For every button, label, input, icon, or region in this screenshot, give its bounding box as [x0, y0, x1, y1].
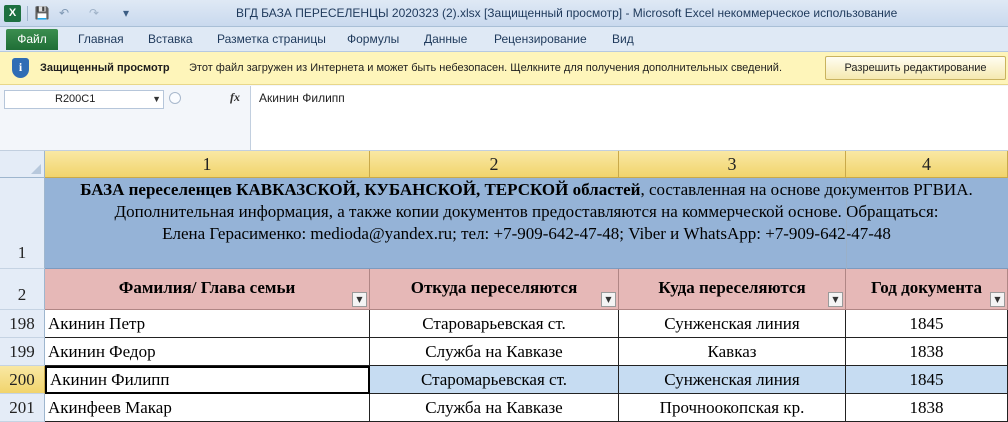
table-cell[interactable]: Сунженская линия [619, 310, 846, 338]
tab-data[interactable]: Данные [424, 32, 467, 46]
header-cell-to[interactable]: Куда переселяются ▼ [619, 269, 846, 310]
row-header-201[interactable]: 201 [0, 394, 45, 422]
formula-bar-resize-handle[interactable] [169, 92, 181, 104]
customize-qat-icon[interactable]: ▾ [118, 5, 134, 21]
sheet-title-cell[interactable]: БАЗА переселенцев КАВКАЗСКОЙ, КУБАНСКОЙ,… [45, 178, 1008, 269]
window-title: ВГД БАЗА ПЕРЕСЕЛЕНЦЫ 2020323 (2).xlsx [З… [236, 6, 898, 20]
title-bar: X 💾 ↶ ↷ ▾ ВГД БАЗА ПЕРЕСЕЛЕНЦЫ 2020323 (… [0, 0, 1008, 27]
name-box[interactable]: R200C1 ▼ [4, 90, 164, 109]
excel-app-icon[interactable]: X [4, 5, 21, 22]
tab-file[interactable]: Файл [6, 29, 58, 50]
row-header-199[interactable]: 199 [0, 338, 45, 366]
selected-cell[interactable]: 1845 [846, 366, 1008, 394]
table-cell[interactable]: Служба на Кавказе [370, 394, 619, 422]
header-cell-year[interactable]: Год документа ▼ [846, 269, 1008, 310]
tab-view[interactable]: Вид [612, 32, 634, 46]
title-rest: , составленная на основе документов РГВИ… [640, 180, 973, 199]
column-header-3[interactable]: 3 [619, 151, 846, 178]
filter-dropdown-icon[interactable]: ▼ [601, 292, 616, 307]
table-cell[interactable]: Служба на Кавказе [370, 338, 619, 366]
undo-icon[interactable]: ↶ [56, 5, 72, 21]
row-header-198[interactable]: 198 [0, 310, 45, 338]
header-label: Куда переселяются [658, 278, 806, 297]
title-contact-line: Елена Герасименко: medioda@yandex.ru; те… [162, 224, 891, 243]
save-icon[interactable]: 💾 [34, 5, 50, 21]
enable-editing-button[interactable]: Разрешить редактирование [825, 56, 1006, 80]
insert-function-icon[interactable]: fx [230, 90, 240, 105]
tab-page-layout[interactable]: Разметка страницы [217, 32, 326, 46]
title-info-line: Дополнительная информация, а также копии… [114, 202, 939, 221]
qat-separator [27, 6, 28, 21]
row-header-1[interactable]: 1 [0, 178, 45, 269]
table-cell[interactable]: Прочноокопская кр. [619, 394, 846, 422]
title-bold-part: БАЗА переселенцев КАВКАЗСКОЙ, КУБАНСКОЙ,… [80, 180, 641, 199]
protected-view-title: Защищенный просмотр [40, 62, 170, 74]
protected-view-bar: i Защищенный просмотр Этот файл загружен… [0, 52, 1008, 85]
column-header-2[interactable]: 2 [370, 151, 619, 178]
ribbon-tabs: Файл Главная Вставка Разметка страницы Ф… [0, 27, 1008, 52]
sort-filter-icon[interactable]: ▼ [352, 292, 367, 307]
chevron-down-icon[interactable]: ▼ [152, 91, 161, 108]
column-header-1[interactable]: 1 [45, 151, 370, 178]
row-header-200[interactable]: 200 [0, 366, 45, 394]
tab-home[interactable]: Главная [78, 32, 124, 46]
header-cell-from[interactable]: Откуда переселяются ▼ [370, 269, 619, 310]
column-divider [846, 178, 847, 269]
shield-info-icon: i [12, 58, 29, 78]
table-cell[interactable]: Акинфеев Макар [45, 394, 370, 422]
filter-dropdown-icon[interactable]: ▼ [990, 292, 1005, 307]
formula-bar: R200C1 ▼ fx Акинин Филипп [0, 85, 1008, 151]
table-cell[interactable]: 1845 [846, 310, 1008, 338]
header-label: Год документа [870, 278, 983, 297]
table-cell[interactable]: Староварьевская ст. [370, 310, 619, 338]
select-all-corner[interactable] [0, 151, 45, 178]
name-box-value: R200C1 [55, 93, 96, 105]
filter-dropdown-icon[interactable]: ▼ [828, 292, 843, 307]
selected-cell[interactable]: Сунженская линия [619, 366, 846, 394]
table-cell[interactable]: 1838 [846, 338, 1008, 366]
active-cell[interactable]: Акинин Филипп [45, 366, 370, 394]
table-cell[interactable]: 1838 [846, 394, 1008, 422]
tab-insert[interactable]: Вставка [148, 32, 193, 46]
table-cell[interactable]: Акинин Федор [45, 338, 370, 366]
table-cell[interactable]: Акинин Петр [45, 310, 370, 338]
spreadsheet-grid: 1 2 3 4 1 БАЗА переселенцев КАВКАЗСКОЙ, … [0, 151, 1008, 422]
selected-cell[interactable]: Старомарьевская ст. [370, 366, 619, 394]
column-header-4[interactable]: 4 [846, 151, 1008, 178]
header-label: Фамилия/ Глава семьи [118, 278, 296, 297]
tab-review[interactable]: Рецензирование [494, 32, 587, 46]
header-label: Откуда переселяются [410, 278, 578, 297]
protected-view-message[interactable]: Этот файл загружен из Интернета и может … [189, 62, 782, 74]
header-cell-surname[interactable]: Фамилия/ Глава семьи ▼ [45, 269, 370, 310]
formula-input[interactable]: Акинин Филипп [250, 86, 1008, 150]
table-cell[interactable]: Кавказ [619, 338, 846, 366]
row-header-2[interactable]: 2 [0, 269, 45, 310]
redo-icon[interactable]: ↷ [86, 5, 102, 21]
tab-formulas[interactable]: Формулы [347, 32, 399, 46]
